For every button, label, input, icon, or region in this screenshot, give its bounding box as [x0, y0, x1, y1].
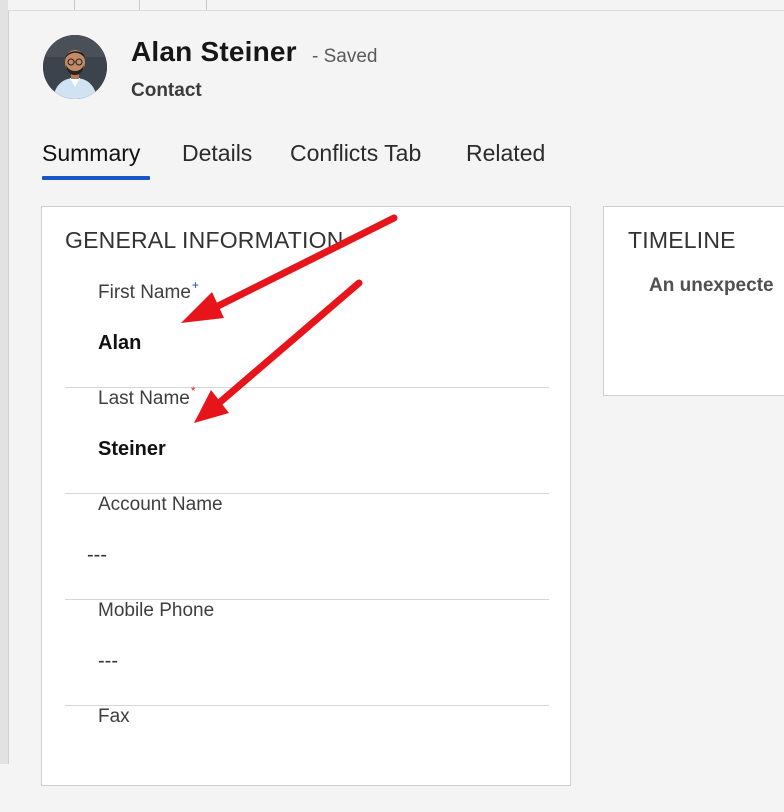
top-strip: [8, 0, 784, 11]
mobile-phone-label: Mobile Phone: [98, 600, 215, 621]
first-name-field: First Name+ Alan: [65, 278, 549, 388]
required-marker: *: [190, 384, 196, 398]
account-name-field: Account Name ---: [65, 494, 549, 600]
last-name-field: Last Name* Steiner: [65, 384, 549, 494]
active-tab-indicator: [42, 176, 150, 180]
tab-related[interactable]: Related: [466, 140, 545, 167]
save-status: - Saved: [312, 46, 378, 67]
field-label: First Name+: [98, 278, 199, 304]
last-name-label: Last Name: [98, 388, 190, 409]
first-name-label: First Name: [98, 282, 191, 303]
tab-conflicts[interactable]: Conflicts Tab: [290, 140, 421, 167]
timeline-section: TIMELINE An unexpecte: [603, 206, 784, 396]
first-name-value[interactable]: Alan: [98, 332, 141, 355]
top-strip-divider: [206, 0, 207, 10]
contact-photo-icon: [43, 35, 107, 99]
contact-avatar[interactable]: [43, 35, 107, 99]
timeline-error-message: An unexpecte: [649, 275, 774, 296]
account-name-label: Account Name: [98, 494, 223, 515]
mobile-phone-value[interactable]: ---: [98, 650, 118, 673]
record-title: Alan Steiner: [131, 36, 297, 67]
fax-label: Fax: [98, 706, 130, 727]
tab-summary[interactable]: Summary: [42, 140, 140, 167]
top-strip-divider: [74, 0, 75, 10]
entity-name: Contact: [131, 80, 202, 101]
field-label: Last Name*: [98, 384, 196, 410]
general-information-section: GENERAL INFORMATION First Name+ Alan Las…: [41, 206, 571, 786]
left-rail: [0, 0, 9, 764]
last-name-value[interactable]: Steiner: [98, 438, 166, 461]
top-strip-divider: [139, 0, 140, 10]
section-title: GENERAL INFORMATION: [65, 227, 344, 253]
account-name-value[interactable]: ---: [87, 544, 107, 567]
mobile-phone-field: Mobile Phone ---: [65, 600, 549, 706]
tab-details[interactable]: Details: [182, 140, 252, 167]
fax-field: Fax: [65, 706, 549, 812]
business-recommended-marker: +: [191, 278, 199, 292]
timeline-title: TIMELINE: [628, 227, 736, 253]
